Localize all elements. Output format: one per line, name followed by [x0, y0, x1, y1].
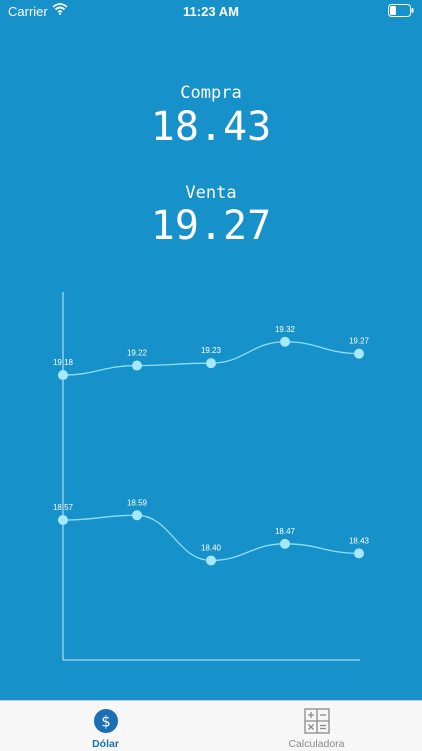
series-1-point [58, 370, 68, 381]
series-2-data-label: 18.47 [275, 527, 296, 536]
series-1-point [206, 358, 216, 369]
series-2-point [206, 555, 216, 566]
series-1-data-label: 19.23 [201, 346, 222, 355]
calculator-icon [304, 708, 330, 739]
status-time: 11:23 AM [183, 4, 239, 19]
tab-dolar[interactable]: $ Dólar [0, 701, 211, 751]
exchange-rate-chart: 19.18 19.22 19.23 19.32 19.27 18.57 18.59 18.40… [53, 292, 370, 661]
series-1-data-label: 19.22 [127, 349, 148, 358]
series-2-data-label: 18.40 [201, 543, 222, 552]
series-2-data-label: 18.43 [349, 536, 370, 545]
series-2-point [354, 548, 364, 559]
series-1-point [280, 336, 290, 347]
tab-calculadora[interactable]: Calculadora [211, 701, 422, 751]
battery-icon [388, 4, 414, 20]
tab-bar: $ Dólar Calculadora [0, 700, 422, 751]
venta-value: 19.27 [150, 203, 272, 249]
series-1-data-label: 19.27 [349, 337, 370, 346]
compra-label: Compra [180, 83, 242, 103]
compra-value: 18.43 [150, 104, 272, 150]
series-2-data-label: 18.59 [127, 498, 148, 507]
series-2-point [280, 538, 290, 549]
status-bar: Carrier 11:23 AM [0, 0, 422, 22]
series-1-point [354, 348, 364, 359]
series-1-data-label: 19.32 [275, 325, 296, 334]
tab-dolar-label: Dólar [92, 738, 119, 750]
tab-calculadora-label: Calculadora [288, 738, 345, 750]
dollar-icon: $ [93, 708, 119, 739]
series-2-point [58, 515, 68, 526]
series-2-line [62, 514, 360, 562]
series-2-point [132, 510, 142, 521]
series-1-point [132, 360, 142, 371]
svg-text:$: $ [101, 713, 111, 731]
series-1-data-label: 19.18 [53, 358, 74, 367]
venta-label: Venta [185, 183, 237, 203]
series-2-data-label: 18.57 [53, 503, 74, 512]
